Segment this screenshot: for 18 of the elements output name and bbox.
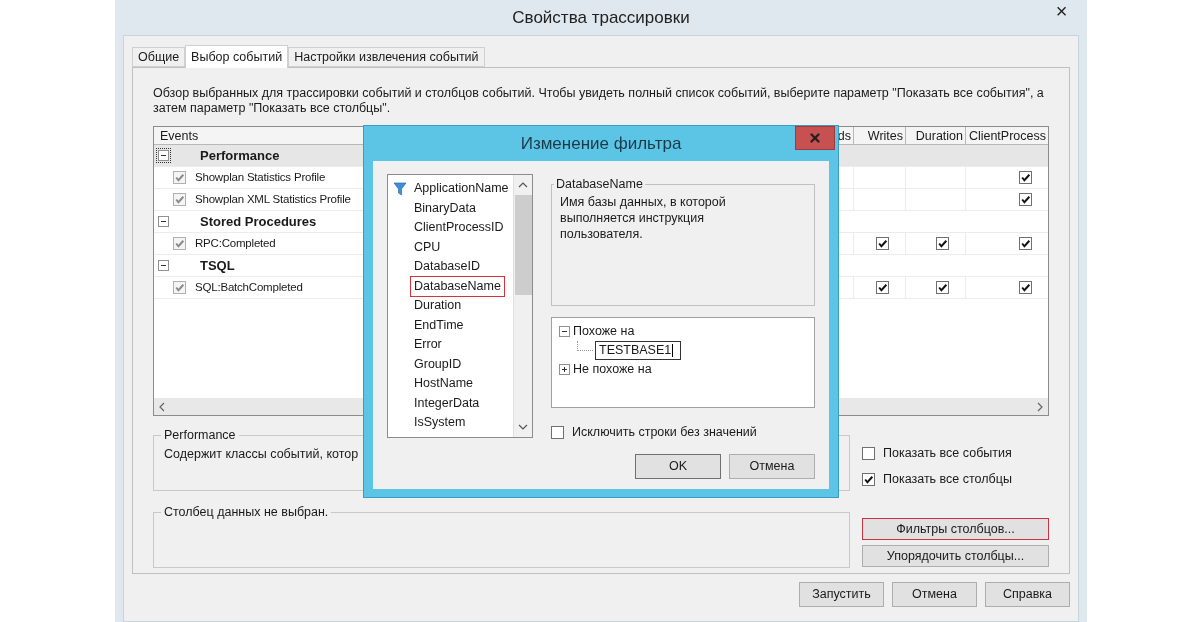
event-label: SQL:BatchCompleted — [195, 279, 303, 295]
checkbox-label: Показать все события — [883, 444, 1012, 462]
group-label: TSQL — [200, 256, 235, 275]
description-text: Обзор выбранных для трассировки событий и столбцов событий. Чтобы увидеть полный список событий, выберите параметр "Показать все события", а затем параметр "Показать все столбцы". — [153, 86, 1045, 116]
event-label: Showplan XML Statistics Profile — [195, 191, 351, 207]
group-title: DatabaseName — [555, 176, 644, 193]
group-title: Столбец данных не выбран. — [163, 504, 330, 521]
group-label: Performance — [200, 146, 280, 165]
group-label: Stored Procedures — [200, 212, 317, 231]
dialog-title: Изменение фильтра — [520, 132, 682, 155]
window-title: Свойства трассировки — [512, 6, 690, 29]
event-label: RPC:Completed — [195, 235, 276, 251]
field-info-text: Имя базы данных, в которой выполняется инструкция пользователя. — [560, 193, 727, 242]
event-label: Showplan Statistics Profile — [195, 169, 326, 185]
group-title: Performance — [163, 427, 237, 444]
checkbox-label: Показать все столбцы — [883, 470, 1012, 488]
checkbox-label: Исключить строки без значений — [572, 424, 757, 441]
event-info-text: Содержит классы событий, котор — [164, 445, 359, 463]
